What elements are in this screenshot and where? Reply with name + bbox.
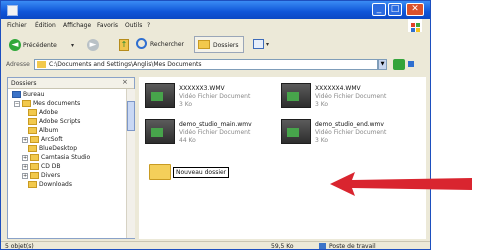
- callout-arrow: [330, 172, 472, 196]
